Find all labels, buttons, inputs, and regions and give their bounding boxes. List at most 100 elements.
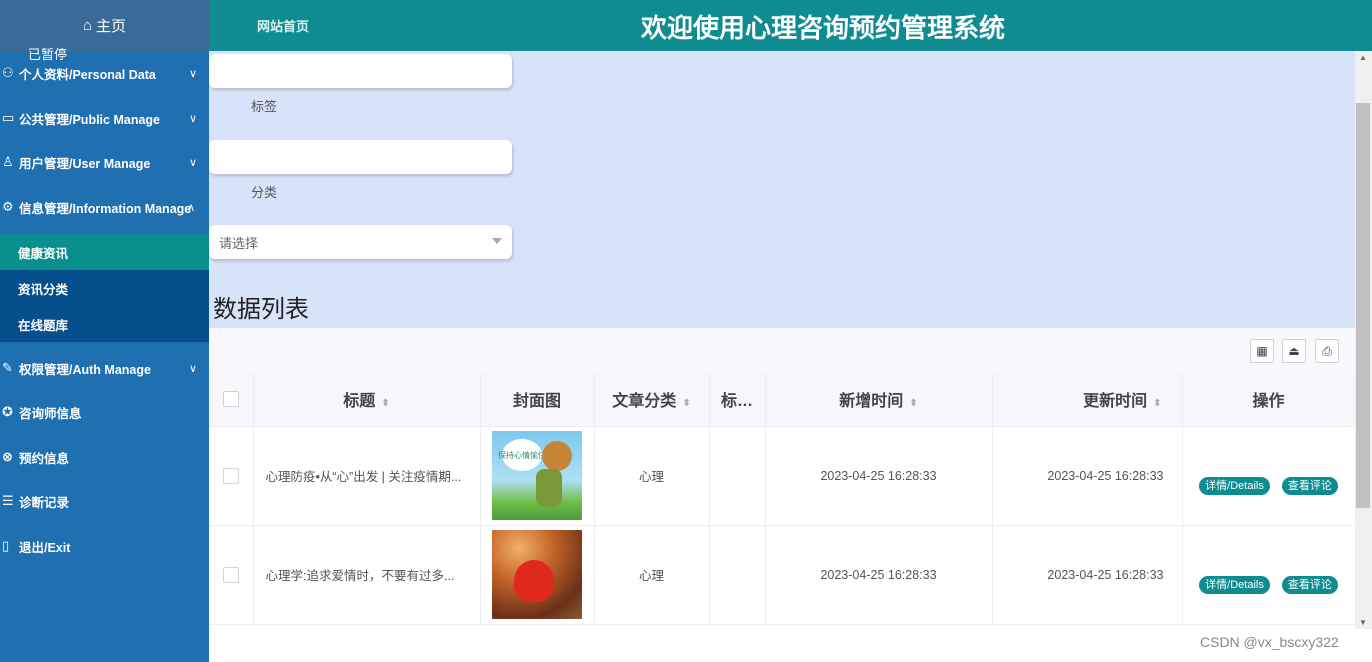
top-header: 网站首页 欢迎使用心理咨询预约管理系统 <box>209 0 1372 51</box>
calendar-icon: ⊗ <box>2 449 13 464</box>
details-button[interactable]: 详情/Details <box>1199 575 1270 594</box>
row-operations: 详情/Details 查看评论 <box>1182 525 1355 625</box>
system-title: 欢迎使用心理咨询预约管理系统 <box>641 14 1006 44</box>
monitor-icon: ▭ <box>2 110 15 125</box>
chevron-up-icon: ∧ <box>186 201 195 214</box>
row-updated: 2023-04-25 16:28:33 <box>992 525 1183 625</box>
caret-down-icon <box>492 238 502 244</box>
data-table: 标题 ⬍ 封面图 文章分类 ⬍ 标… 新增时间 ⬍ 更新时间 ⬍ 操作 心理防疫•从“心… <box>209 373 1355 662</box>
website-home-link[interactable]: 网站首页 <box>257 16 309 35</box>
sidebar-home-label: 主页 <box>96 18 127 35</box>
pencil-icon: ✎ <box>2 360 13 375</box>
menu-label: 权限管理/Auth Manage <box>19 362 151 377</box>
submenu-health-news[interactable]: 健康资讯 <box>0 234 209 270</box>
record-icon: ☰ <box>2 493 14 508</box>
row-checkbox[interactable] <box>222 467 239 484</box>
col-cover: 封面图 <box>480 373 595 427</box>
user-card-icon: ⚇ <box>2 65 14 80</box>
col-category-label: 文章分类 <box>612 393 677 411</box>
sort-icon[interactable]: ⬍ <box>909 398 917 409</box>
cover-bubble-text: 保持心情愉快 <box>498 439 546 471</box>
menu-personal-data[interactable]: ⚇ 个人资料/Personal Data ∨ <box>0 51 209 95</box>
menu-information-manage[interactable]: ⚙ 信息管理/Information Manage ∧ <box>0 185 209 229</box>
info-icon: ⚙ <box>2 199 14 214</box>
menu-user-manage[interactable]: ♙ 用户管理/User Manage ∨ <box>0 140 209 184</box>
row-tag <box>709 525 766 625</box>
menu-appointment-info[interactable]: ⊗ 预约信息 <box>0 435 209 479</box>
col-created-label: 新增时间 <box>839 393 904 411</box>
table-header-row: 标题 ⬍ 封面图 文章分类 ⬍ 标… 新增时间 ⬍ 更新时间 ⬍ 操作 <box>209 373 1355 427</box>
menu-label: 个人资料/Personal Data <box>19 67 156 82</box>
row-created: 2023-04-25 16:28:33 <box>765 426 993 526</box>
col-updated[interactable]: 更新时间 ⬍ <box>992 373 1183 427</box>
filter-area: 标签 分类 请选择 数据列表 <box>209 51 1355 328</box>
row-cover <box>480 525 595 625</box>
table-toolbar: ▦ ⏏ ⎙ <box>209 328 1355 373</box>
row-category: 心理 <box>594 426 710 526</box>
sort-icon[interactable]: ⬍ <box>1153 398 1161 409</box>
col-created[interactable]: 新增时间 ⬍ <box>765 373 993 427</box>
exit-icon: ▯ <box>2 538 10 553</box>
col-title[interactable]: 标题 ⬍ <box>253 373 481 427</box>
sort-icon[interactable]: ⬍ <box>381 398 389 409</box>
menu-public-manage[interactable]: ▭ 公共管理/Public Manage ∨ <box>0 96 209 140</box>
chevron-down-icon: ∨ <box>188 112 197 125</box>
details-button[interactable]: 详情/Details <box>1199 476 1270 495</box>
menu-label: 诊断记录 <box>19 495 70 510</box>
row-cover: 保持心情愉快 <box>480 426 595 526</box>
select-all-checkbox[interactable] <box>222 391 239 408</box>
tag-input[interactable] <box>209 54 512 88</box>
sidebar: ⌂ 主页 已暂停 ⚇ 个人资料/Personal Data ∨ ▭ 公共管理/P… <box>0 0 209 662</box>
cover-image <box>492 530 582 619</box>
menu-label: 退出/Exit <box>19 540 71 555</box>
row-select-cell <box>209 525 254 625</box>
home-icon: ⌂ <box>82 17 93 34</box>
table-row: 心理学:追求爱情时，不要有过多... 心理 2023-04-25 16:28:3… <box>209 525 1355 625</box>
cover-image: 保持心情愉快 <box>492 431 582 520</box>
row-checkbox[interactable] <box>222 566 239 583</box>
export-icon[interactable]: ⏏ <box>1282 339 1306 363</box>
tag-label: 标签 <box>251 99 278 114</box>
scroll-down-icon[interactable]: ▼ <box>1359 618 1367 627</box>
scroll-thumb[interactable] <box>1356 103 1370 508</box>
menu-diagnosis-record[interactable]: ☰ 诊断记录 <box>0 479 209 523</box>
menu-label: 咨询师信息 <box>19 406 82 421</box>
columns-icon[interactable]: ▦ <box>1250 339 1274 363</box>
row-tag <box>709 426 766 526</box>
col-updated-label: 更新时间 <box>1083 393 1148 411</box>
select-all-cell <box>209 373 254 427</box>
chevron-down-icon: ∨ <box>188 156 197 169</box>
col-operation: 操作 <box>1182 373 1355 427</box>
print-icon[interactable]: ⎙ <box>1315 339 1339 363</box>
row-title: 心理防疫•从“心”出发 | 关注疫情期... <box>253 426 481 526</box>
submenu-question-bank[interactable]: 在线题库 <box>0 306 209 342</box>
menu-counselor-info[interactable]: ✪ 咨询师信息 <box>0 390 209 434</box>
col-tag: 标… <box>709 373 766 427</box>
col-category[interactable]: 文章分类 ⬍ <box>594 373 710 427</box>
sort-icon[interactable]: ⬍ <box>682 398 690 409</box>
col-title-label: 标题 <box>343 393 376 411</box>
row-operations: 详情/Details 查看评论 <box>1182 426 1355 526</box>
row-select-cell <box>209 426 254 526</box>
menu-label: 公共管理/Public Manage <box>19 112 160 127</box>
menu-auth-manage[interactable]: ✎ 权限管理/Auth Manage ∨ <box>0 346 209 390</box>
chevron-down-icon: ∨ <box>188 362 197 375</box>
row-category: 心理 <box>594 525 710 625</box>
category-input[interactable] <box>209 140 512 174</box>
menu-label: 预约信息 <box>19 451 70 466</box>
submenu-news-category[interactable]: 资讯分类 <box>0 270 209 306</box>
chevron-down-icon: ∨ <box>188 67 197 80</box>
category-select[interactable]: 请选择 <box>209 225 512 259</box>
category-label: 分类 <box>251 185 278 200</box>
page-scrollbar[interactable]: ▲ ▼ <box>1355 51 1372 629</box>
menu-label: 信息管理/Information Manage <box>19 201 192 216</box>
select-placeholder: 请选择 <box>219 235 259 251</box>
user-icon: ♙ <box>2 154 14 169</box>
view-comments-button[interactable]: 查看评论 <box>1281 575 1338 594</box>
scroll-up-icon[interactable]: ▲ <box>1359 53 1367 62</box>
watermark: CSDN @vx_bscxy322 <box>1200 634 1339 650</box>
menu-exit[interactable]: ▯ 退出/Exit <box>0 524 209 568</box>
view-comments-button[interactable]: 查看评论 <box>1281 476 1338 495</box>
badge-icon: ✪ <box>2 404 13 419</box>
data-list-title: 数据列表 <box>213 296 309 323</box>
